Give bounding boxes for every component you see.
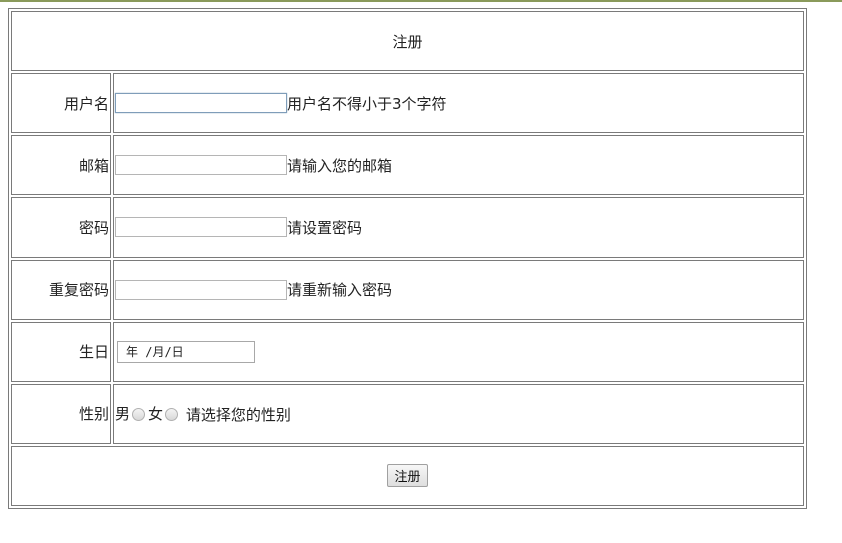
username-cell: 用户名不得小于3个字符 <box>113 73 804 134</box>
submit-row: 注册 <box>11 445 804 506</box>
password-cell: 请设置密码 <box>113 197 804 258</box>
window-top-border <box>0 0 842 2</box>
birthday-row: 生日 年 /月/日 <box>11 321 804 382</box>
form-title: 注册 <box>11 11 804 72</box>
confirm-password-hint: 请重新输入密码 <box>287 281 393 300</box>
email-input[interactable] <box>115 155 287 176</box>
birthday-label: 生日 <box>11 321 111 382</box>
birthday-date-input[interactable]: 年 /月/日 <box>117 341 255 364</box>
password-hint: 请设置密码 <box>287 218 363 237</box>
confirm-password-row: 重复密码 请重新输入密码 <box>11 259 804 320</box>
confirm-password-cell: 请重新输入密码 <box>113 259 804 320</box>
username-row: 用户名 用户名不得小于3个字符 <box>11 73 804 134</box>
gender-label: 性别 <box>11 383 111 444</box>
submit-cell: 注册 <box>11 445 804 506</box>
password-input[interactable] <box>115 217 287 238</box>
gender-cell: 男女 请选择您的性别 <box>113 383 804 444</box>
username-label: 用户名 <box>11 73 111 134</box>
confirm-password-input[interactable] <box>115 279 287 300</box>
email-row: 邮箱 请输入您的邮箱 <box>11 135 804 196</box>
gender-female-radio[interactable] <box>165 407 179 421</box>
gender-male-radio[interactable] <box>132 407 146 421</box>
gender-hint: 请选择您的性别 <box>185 405 291 424</box>
email-label: 邮箱 <box>11 135 111 196</box>
registration-form-table: 注册 用户名 用户名不得小于3个字符 邮箱 请输入您的邮箱 密码 请设置密码 重… <box>8 8 807 509</box>
username-hint: 用户名不得小于3个字符 <box>287 94 447 113</box>
gender-row: 性别 男女 请选择您的性别 <box>11 383 804 444</box>
password-row: 密码 请设置密码 <box>11 197 804 258</box>
password-label: 密码 <box>11 197 111 258</box>
confirm-password-label: 重复密码 <box>11 259 111 320</box>
email-cell: 请输入您的邮箱 <box>113 135 804 196</box>
gender-female-label: 女 <box>148 404 164 423</box>
register-submit-button[interactable]: 注册 <box>387 464 428 488</box>
title-row: 注册 <box>11 11 804 72</box>
birthday-cell: 年 /月/日 <box>113 321 804 382</box>
gender-male-label: 男 <box>115 404 131 423</box>
username-input[interactable] <box>115 93 287 114</box>
email-hint: 请输入您的邮箱 <box>287 156 393 175</box>
